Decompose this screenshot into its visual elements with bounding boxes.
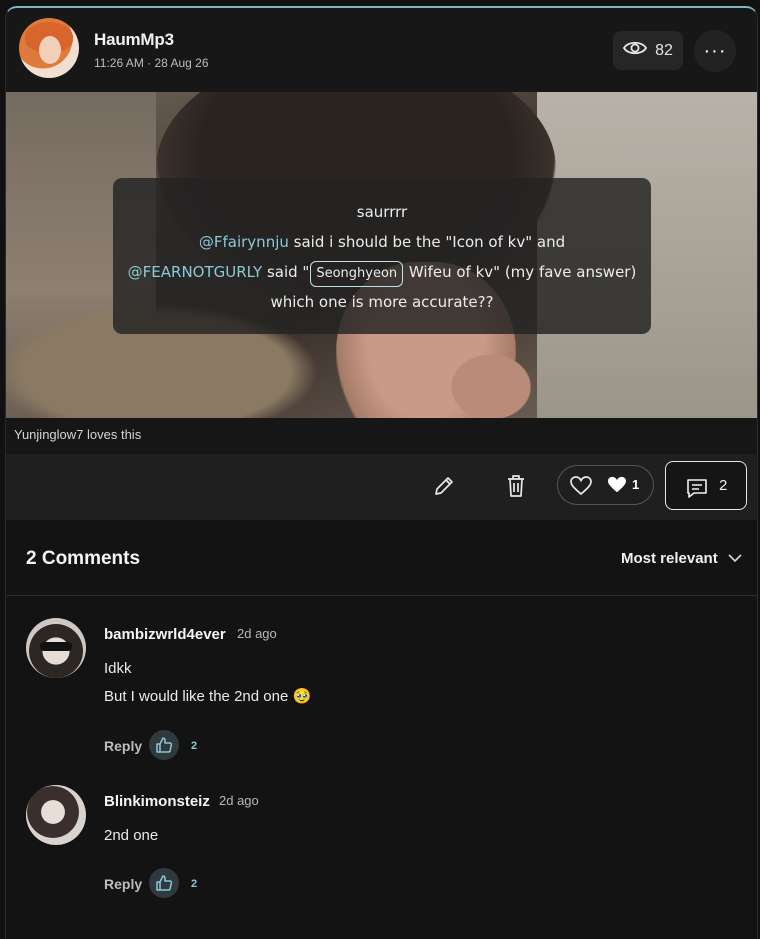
comment-time: 2d ago: [237, 626, 277, 641]
trash-icon: [508, 475, 524, 497]
commenter-avatar[interactable]: [26, 785, 86, 845]
views-count: 82: [655, 41, 673, 59]
post-text-fragment: Wifeu of kv" (my fave answer): [404, 263, 637, 281]
post-actions-bar: 1 2: [6, 454, 757, 520]
heart-filled-icon: [607, 476, 627, 499]
comment-line: 2nd one: [104, 827, 159, 844]
comment-body: Idkk But I would like the 2nd one 🥹: [104, 655, 311, 711]
post-timestamp: 11:26 AM · 28 Aug 26: [94, 56, 209, 70]
comment-body: 2nd one: [104, 822, 158, 850]
sort-dropdown[interactable]: Most relevant: [621, 550, 742, 567]
post-header: HaumMp3 11:26 AM · 28 Aug 26 82 ···: [6, 8, 757, 92]
delete-button[interactable]: [502, 472, 530, 500]
post-text-line: saurrrr: [356, 203, 408, 221]
thumbs-up-icon: [156, 737, 173, 753]
post-text-fragment: said ": [262, 263, 310, 281]
comment-line: But I would like the 2nd one 🥹: [104, 688, 312, 705]
author-username[interactable]: HaumMp3: [94, 30, 174, 50]
comments-button[interactable]: 2: [665, 461, 747, 510]
commenter-avatar[interactable]: [26, 618, 86, 678]
loves-bar: Yunjinglow7 loves this: [6, 418, 757, 454]
more-icon: ···: [694, 30, 736, 72]
post-card: HaumMp3 11:26 AM · 28 Aug 26 82 ··· saur…: [5, 6, 758, 939]
mention-link[interactable]: @Ffairynnju: [199, 233, 289, 251]
thumbs-up-icon: [156, 875, 173, 891]
like-comment-button[interactable]: [149, 730, 179, 760]
comments-header: 2 Comments Most relevant: [6, 520, 757, 596]
like-comment-button[interactable]: [149, 868, 179, 898]
comment-line: Idkk: [104, 660, 132, 677]
loves-text[interactable]: Yunjinglow7 loves this: [14, 427, 141, 442]
reaction-count: 1: [632, 477, 640, 492]
views-badge: 82: [613, 31, 683, 70]
heart-outline-icon[interactable]: [570, 476, 592, 501]
like-count: 2: [191, 740, 198, 752]
eye-icon: [623, 39, 648, 62]
post-text-overlay: saurrrr @Ffairynnju said i should be the…: [113, 178, 651, 334]
comment-author[interactable]: bambizwrld4ever: [104, 626, 226, 643]
edit-button[interactable]: [430, 472, 458, 500]
more-options-button[interactable]: ···: [681, 30, 737, 72]
comment-time: 2d ago: [219, 793, 259, 808]
mention-link[interactable]: @FEARNOTGURLY: [128, 263, 263, 281]
pencil-icon: [435, 477, 453, 495]
post-text-fragment: said i should be the "Icon of kv" and: [288, 233, 566, 251]
tag-chip[interactable]: Seonghyeon: [310, 261, 404, 287]
reply-button[interactable]: Reply: [104, 876, 142, 892]
post-text-line: which one is more accurate??: [270, 293, 494, 311]
reaction-pill[interactable]: 1: [557, 465, 654, 505]
author-avatar[interactable]: [19, 18, 79, 78]
chevron-down-icon: [728, 554, 742, 563]
sort-label: Most relevant: [621, 550, 718, 567]
like-count: 2: [191, 878, 198, 890]
comments-title: 2 Comments: [26, 548, 141, 569]
comments-count: 2: [719, 477, 728, 494]
reply-button[interactable]: Reply: [104, 738, 142, 754]
comment-author[interactable]: Blinkimonsteiz: [104, 793, 210, 810]
comment-icon: [686, 477, 708, 504]
post-image[interactable]: saurrrr @Ffairynnju said i should be the…: [6, 92, 757, 418]
